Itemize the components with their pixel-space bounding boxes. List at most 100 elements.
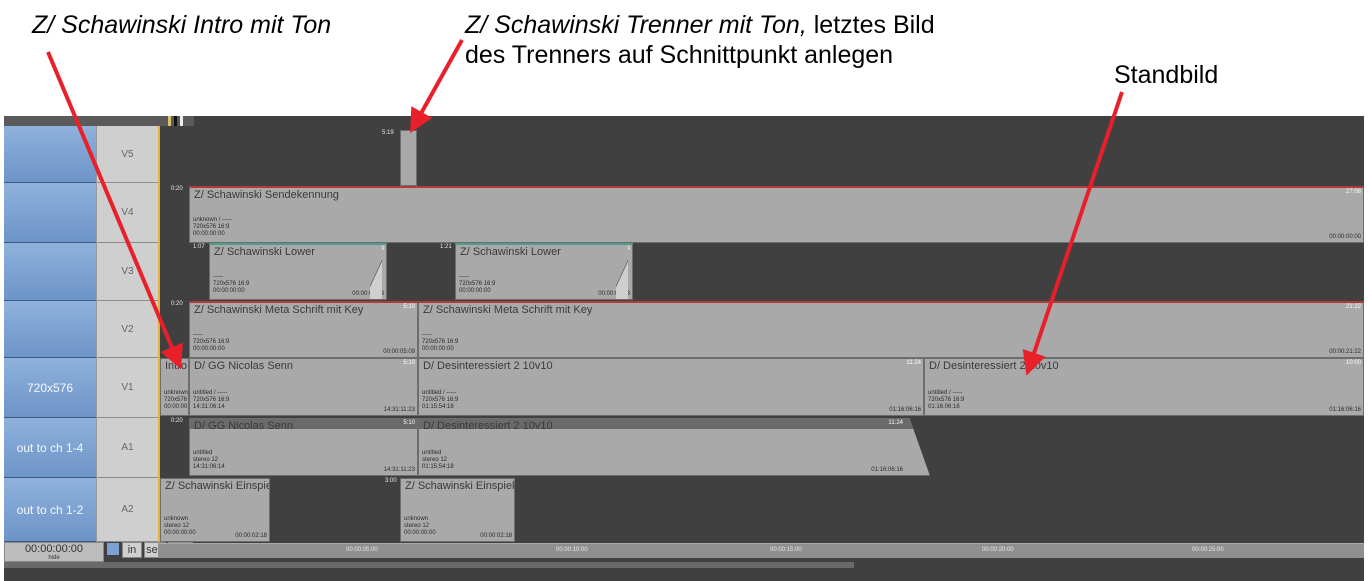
clip-title: D/ Desinteressiert 2 10v10	[423, 420, 553, 432]
clip-meta: untitled stereo 12 01:15:54:18	[422, 450, 454, 470]
track-label-v1[interactable]: V1	[96, 358, 158, 418]
v1-desinteressiert-clip-1[interactable]: D/ Desinteressiert 2 10v10 untitled / --…	[418, 358, 924, 416]
track-header-v5[interactable]	[4, 126, 96, 183]
a1-desinteressiert-audio-clip[interactable]: D/ Desinteressiert 2 10v10 untitled ster…	[418, 418, 930, 476]
v3-lower-clip-1[interactable]: Z/ Schawinski Lower ----- 720x576 16:9 0…	[209, 243, 387, 300]
arrow-trenner	[410, 39, 464, 133]
track-label-a1[interactable]: A1	[96, 418, 158, 478]
clip-title: Z/ Schawinski Einspiek	[165, 480, 270, 492]
clip-end-timecode: 00:00:02:18	[480, 533, 512, 539]
annotation-intro: Z/ Schawinski Intro mit Ton	[32, 11, 332, 39]
clip-end-timecode: 14:31:11:23	[383, 407, 415, 413]
clip-meta: unknown stereo 12 00:00:00:00	[164, 516, 196, 536]
v5-trenner-clip[interactable]	[400, 130, 417, 186]
v5-clip-duration: 5:19	[382, 130, 394, 136]
annotation-trenner-rest: letztes Bild	[806, 11, 935, 39]
clip-meta: unknown 720x576 00:00:00	[164, 390, 189, 410]
track-header-a2[interactable]: out to ch 1-2	[4, 478, 96, 542]
clip-meta: unknown stereo 12 00:00:00:00	[404, 516, 436, 536]
a1-nicolas-senn-audio-clip[interactable]: D/ GG Nicolas Senn untitled stereo 12 14…	[189, 418, 418, 476]
v3a-clip-duration-left: 1:07	[193, 244, 205, 250]
clip-title: Z/ Schawinski Sendekennung	[194, 189, 339, 201]
clip-end-timecode: 01:16:06:16	[1329, 407, 1361, 413]
clip-end-timecode: 00:00:05:09	[383, 349, 415, 355]
clip-duration: 5:10	[403, 420, 415, 426]
hide-label[interactable]: hide	[5, 555, 103, 562]
fade-marker	[370, 245, 382, 299]
clip-end-timecode: 01:16:06:16	[889, 407, 921, 413]
clip-title: D/ GG Nicolas Senn	[194, 420, 294, 432]
ruler-tick-label: 00:00:15:00	[770, 547, 802, 553]
clip-meta: ----- 720x576 16:9 00:00:00:00	[193, 332, 230, 352]
clip-end-timecode: 14:31:11:23	[383, 467, 415, 473]
track-header-v1[interactable]: 720x576	[4, 358, 96, 418]
clip-meta: ----- 720x576 16:9 00:00:00:00	[422, 332, 459, 352]
a2-einspiel-audio-clip-1[interactable]: Z/ Schawinski Einspiek unknown stereo 12…	[160, 478, 270, 542]
v2-meta-schrift-clip-2[interactable]: Z/ Schawinski Meta Schrift mit Key -----…	[418, 301, 1364, 358]
clip-duration: 21:22	[1345, 304, 1361, 310]
timecode-value: 00:00:00:00	[24, 543, 84, 555]
clip-meta: untitled stereo 12 14:31:06:14	[193, 450, 225, 470]
annotation-standbild: Standbild	[1114, 61, 1219, 89]
clip-end-timecode: 00:00:00:00	[1329, 234, 1361, 240]
clip-end-timecode: 01:16:06:16	[871, 467, 903, 473]
clip-duration: 10:00	[1345, 360, 1361, 366]
annotation-trenner-italic: Z/ Schawinski Trenner mit Ton,	[465, 11, 807, 39]
clip-meta: untitled / ----- 720x576 16:9 14:31:06:1…	[193, 390, 230, 410]
track-header-v4[interactable]	[4, 183, 96, 243]
clip-title: Z/ Schawinski Meta Schrift mit Key	[194, 304, 364, 316]
annotation-trenner-line2: des Trenners auf Schnittpunkt anlegen	[465, 41, 894, 69]
clip-duration: 27:06	[1345, 189, 1361, 195]
a2-einspiel-audio-clip-2[interactable]: Z/ Schawinski Einspiek unknown stereo 12…	[400, 478, 515, 542]
clip-meta: unknown / ----- 720x576 16:9 00:00:00:00	[193, 217, 233, 237]
clip-end-timecode: 00:00:21:22	[1329, 349, 1361, 355]
clip-title: Z/ Schawinski Meta Schrift mit Key	[423, 304, 593, 316]
clip-end-timecode: 00:00:02:18	[235, 533, 267, 539]
annotation-trenner: Z/ Schawinski Trenner mit Ton, letztes B…	[465, 10, 935, 70]
v1-intro-clip[interactable]: Intro unknown 720x576 00:00:00	[160, 358, 189, 416]
v2-meta-schrift-clip-1[interactable]: Z/ Schawinski Meta Schrift mit Key -----…	[189, 301, 418, 358]
v3-lower-clip-2[interactable]: Z/ Schawinski Lower ----- 720x576 16:9 0…	[455, 243, 633, 300]
ruler-tick-label: 00:00:20:00	[982, 547, 1014, 553]
in-button[interactable]: in	[122, 542, 142, 558]
timecode-display[interactable]: 00:00:00:00 hide	[4, 542, 104, 562]
track-label-v4[interactable]: V4	[96, 183, 158, 243]
time-ruler[interactable]: 00:00:05:00 00:00:10:00 00:00:15:00 00:0…	[158, 543, 1364, 558]
track-header-v2[interactable]	[4, 301, 96, 358]
ruler-tick-label: 00:00:25:00	[1192, 547, 1224, 553]
track-label-a2[interactable]: A2	[96, 478, 158, 542]
track-header-v3[interactable]	[4, 243, 96, 301]
ruler-tick-label: 00:00:10:00	[556, 547, 588, 553]
clip-title: D/ Desinteressiert 2 10v10	[423, 360, 553, 372]
v4-clip-duration-left: 0:20	[171, 186, 183, 192]
v4-sendekennung-clip[interactable]: Z/ Schawinski Sendekennung unknown / ---…	[189, 186, 1364, 243]
top-strip	[4, 116, 194, 126]
clip-meta: ----- 720x576 16:9 00:00:00:00	[213, 274, 250, 294]
clip-meta: ----- 720x576 16:9 00:00:00:00	[459, 274, 496, 294]
horizontal-scrollbar[interactable]	[4, 562, 854, 568]
clip-title: D/ Desinteressiert 2 10v10	[929, 360, 1059, 372]
a1a-clip-duration-left: 0:20	[171, 418, 183, 424]
clip-duration: 5:10	[403, 304, 415, 310]
clip-meta: untitled / ----- 720x576 16:9 01:16:06:1…	[928, 390, 965, 410]
clip-title: Intro	[165, 360, 188, 372]
v1-nicolas-senn-clip[interactable]: D/ GG Nicolas Senn untitled / ----- 720x…	[189, 358, 418, 416]
clip-duration: 11:24	[888, 420, 903, 426]
clip-duration: 5:10	[403, 360, 415, 366]
timeline-editor: V5 V4 V3 V2 720x576 V1 out to ch 1-4 A1 …	[4, 116, 1364, 581]
clip-title: Z/ Schawinski Lower	[460, 246, 561, 258]
color-swatch[interactable]	[107, 543, 119, 555]
ruler-tick-label: 00:00:05:00	[346, 547, 378, 553]
clip-meta: untitled / ----- 720x576 16:9 01:15:54:1…	[422, 390, 459, 410]
track-label-v3[interactable]: V3	[96, 243, 158, 301]
track-label-v2[interactable]: V2	[96, 301, 158, 358]
fade-marker	[616, 245, 628, 299]
a2b-clip-duration-left: 3:00	[385, 478, 397, 484]
clip-title: D/ GG Nicolas Senn	[194, 360, 294, 372]
clip-title: Z/ Schawinski Einspiek	[405, 480, 515, 492]
v3b-clip-duration-left: 1:21	[440, 244, 452, 250]
track-label-v5[interactable]: V5	[96, 126, 158, 183]
track-header-a1[interactable]: out to ch 1-4	[4, 418, 96, 478]
v1-desinteressiert-standbild-clip[interactable]: D/ Desinteressiert 2 10v10 untitled / --…	[924, 358, 1364, 416]
v2a-clip-duration-left: 0:20	[171, 301, 183, 307]
